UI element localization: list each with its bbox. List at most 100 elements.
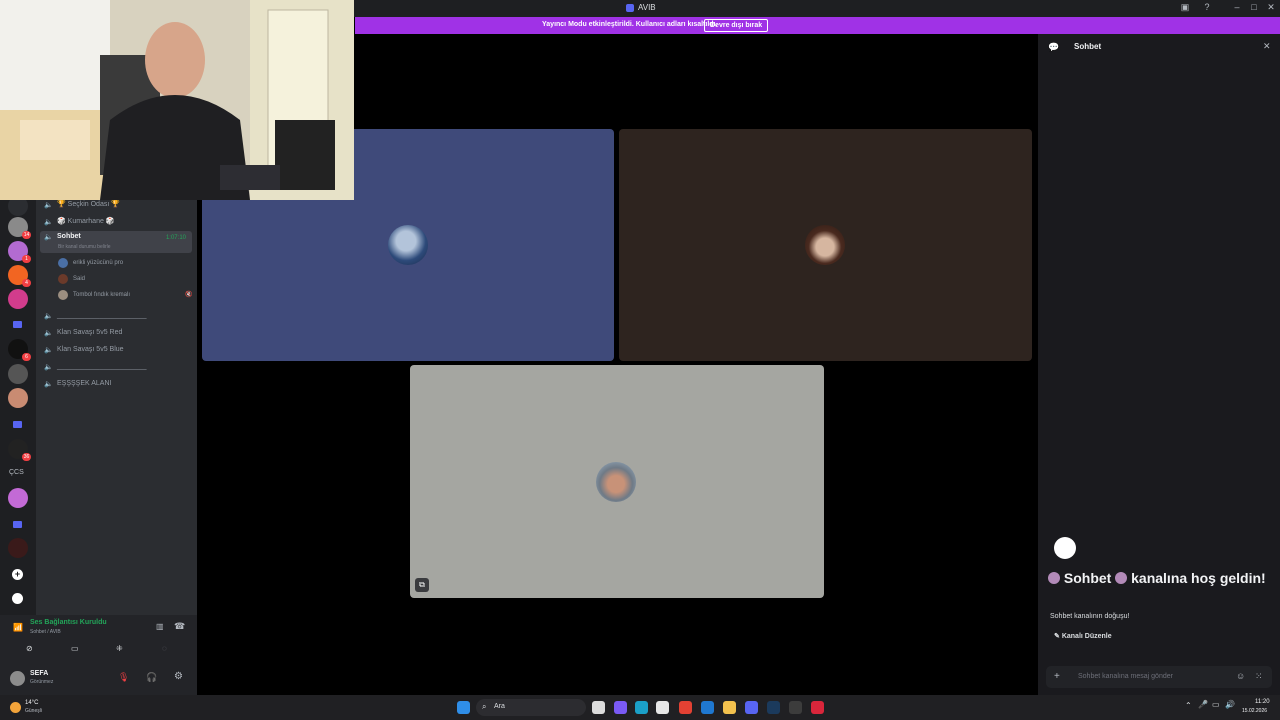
outlook-icon[interactable] xyxy=(701,701,714,714)
copilot-icon[interactable] xyxy=(614,701,627,714)
emoji-icon[interactable]: ☺ xyxy=(1236,671,1245,681)
chat-bubble-icon: 💬 xyxy=(1048,42,1060,52)
voice-member[interactable]: Said xyxy=(58,272,85,285)
chevron-up-icon[interactable]: ⌃ xyxy=(1185,701,1192,710)
steam-icon[interactable] xyxy=(767,701,780,714)
server-icon[interactable]: 36 xyxy=(8,439,31,461)
start-button[interactable] xyxy=(457,701,470,714)
voice-channel-link[interactable]: Sohbet / AVIB xyxy=(30,629,61,635)
discord-icon[interactable] xyxy=(745,701,758,714)
clock-date[interactable]: 15.02.2026 xyxy=(1242,708,1267,714)
voice-channel[interactable]: 🔈 🎲 Kumarhane 🎲 xyxy=(44,214,194,228)
speaker-icon: 🔈 xyxy=(44,234,53,241)
participant-tile[interactable] xyxy=(619,129,1032,361)
voice-member[interactable]: Tombol fındık kremalı 🔇 xyxy=(58,288,193,301)
help-icon[interactable]: ? xyxy=(1200,2,1214,12)
speaker-icon: 🔈 xyxy=(44,329,53,337)
voice-channel-active[interactable]: 🔈 Sohbet 1:07:10 Bir kanal durumu belirl… xyxy=(40,231,192,253)
window-title: AVIB xyxy=(638,3,656,12)
server-icon[interactable] xyxy=(8,289,28,309)
channel-label: Klan Savaşı 5v5 Red xyxy=(57,328,123,336)
disconnect-icon[interactable]: ☎ xyxy=(174,621,185,632)
welcome-subtitle: Sohbet kanalının doğuşu! xyxy=(1050,613,1130,620)
volume-icon[interactable]: 🔊 xyxy=(1225,700,1235,709)
edge-icon[interactable] xyxy=(635,701,648,714)
voice-channel[interactable]: 🔈 Klan Savaşı 5v5 Red xyxy=(44,325,194,339)
headphone-deafened-icon[interactable]: 🎧 xyxy=(146,672,157,683)
noise-suppression-icon[interactable]: ▥ xyxy=(156,622,164,631)
channel-label: _______________________ xyxy=(57,362,147,370)
edit-channel-button[interactable]: ✎ Kanalı Düzenle xyxy=(1054,632,1112,640)
folder-icon[interactable] xyxy=(13,421,22,428)
username[interactable]: SEFA xyxy=(30,670,48,677)
apps-icon[interactable]: ⁙ xyxy=(1255,671,1263,682)
avatar xyxy=(58,257,68,268)
voice-channel[interactable]: 🔈 EŞŞŞŞEK ALANI xyxy=(44,376,194,390)
task-view-icon[interactable] xyxy=(592,701,605,714)
channel-label: _______________________ xyxy=(57,311,147,319)
voice-channel[interactable]: 🔈 _______________________ xyxy=(44,359,194,373)
chat-panel: 💬 Sohbet ✕ Sohbet kanalına hoş geldin! S… xyxy=(1038,34,1280,695)
participant-tile[interactable]: ⧉ xyxy=(410,365,824,598)
folder-icon[interactable] xyxy=(13,321,22,328)
channel-label: EŞŞŞŞEK ALANI xyxy=(57,379,112,387)
taskbar-search[interactable]: ⌕ Ara xyxy=(476,699,586,716)
taskbar: 14°C Güneşli ⌕ Ara ⌃ 🎤 ▭ 🔊 11:20 15.02.2… xyxy=(0,695,1280,720)
screen-share-button[interactable]: ▭ xyxy=(71,644,79,653)
voice-channel[interactable]: 🔈 _______________________ xyxy=(44,308,194,322)
camera-off-button[interactable]: ⊘ xyxy=(26,644,33,653)
close-chat-icon[interactable]: ✕ xyxy=(1263,41,1271,52)
add-server-icon[interactable]: + xyxy=(12,569,23,580)
server-icon[interactable]: 1 xyxy=(8,241,31,263)
channel-status[interactable]: Bir kanal durumu belirle xyxy=(58,244,111,250)
server-icon[interactable]: 4 xyxy=(8,265,31,287)
popout-icon[interactable]: ⧉ xyxy=(415,578,429,592)
inbox-icon[interactable]: ▣ xyxy=(1178,2,1192,13)
server-icon[interactable] xyxy=(8,488,28,508)
banner-message: Yayıncı Modu etkinleştirildi. Kullanıcı … xyxy=(542,21,718,28)
speaker-icon: 🔈 xyxy=(44,312,53,320)
weather-icon[interactable] xyxy=(10,702,21,713)
voice-status[interactable]: Ses Bağlantısı Kuruldu xyxy=(30,619,107,626)
discover-icon[interactable] xyxy=(12,593,23,604)
server-icon[interactable] xyxy=(8,538,28,558)
speaker-icon: 🔈 xyxy=(44,201,53,209)
purple-orb-icon xyxy=(1048,572,1060,584)
speaker-icon: 🔈 xyxy=(44,346,53,354)
explorer-icon[interactable] xyxy=(723,701,736,714)
server-icon[interactable]: 14 xyxy=(8,217,31,239)
server-text-icon[interactable]: ÇCS xyxy=(9,469,24,476)
voice-member[interactable]: erikli yüzücünü pro xyxy=(58,256,123,269)
message-input[interactable]: + Sohbet kanalına mesaj gönder ☺ ⁙ xyxy=(1046,666,1272,688)
minimize-button[interactable]: – xyxy=(1230,2,1244,12)
folder-icon[interactable] xyxy=(13,521,22,528)
mic-icon[interactable]: 🎤 xyxy=(1198,700,1208,709)
unread-badge: 6 xyxy=(22,353,31,361)
settings-icon[interactable]: ⚙ xyxy=(174,671,183,682)
activities-button[interactable]: ⁜ xyxy=(116,644,123,653)
welcome-channel-name: Sohbet xyxy=(1063,570,1112,586)
server-icon[interactable]: 6 xyxy=(8,339,31,361)
voice-channel[interactable]: 🔈 Klan Savaşı 5v5 Blue xyxy=(44,342,194,356)
purple-orb-icon xyxy=(1115,572,1128,584)
disable-streamer-mode-button[interactable]: Devre dışı bırak xyxy=(704,19,769,32)
server-icon[interactable] xyxy=(8,388,28,408)
avatar[interactable] xyxy=(10,671,25,686)
mic-muted-icon[interactable]: 🎙 xyxy=(118,672,129,683)
channel-label: 🏆 Seçkin Odası 🏆 xyxy=(57,201,120,208)
welcome-text: kanalına hoş geldin! xyxy=(1131,570,1266,586)
close-button[interactable]: ✕ xyxy=(1264,2,1278,13)
app-logo-icon xyxy=(626,4,634,12)
clock-time[interactable]: 11:20 xyxy=(1255,699,1270,705)
attach-icon[interactable]: + xyxy=(1054,671,1060,682)
server-icon[interactable] xyxy=(8,364,28,384)
soundboard-button[interactable]: ◌ xyxy=(162,644,167,653)
webcam-image xyxy=(0,0,354,200)
obs-icon[interactable] xyxy=(789,701,802,714)
call-timer: 1:07:10 xyxy=(165,235,186,241)
chrome-icon[interactable] xyxy=(679,701,692,714)
network-icon[interactable]: ▭ xyxy=(1212,700,1220,709)
app-icon[interactable] xyxy=(811,701,824,714)
maximize-button[interactable]: □ xyxy=(1247,2,1261,12)
store-icon[interactable] xyxy=(656,701,669,714)
